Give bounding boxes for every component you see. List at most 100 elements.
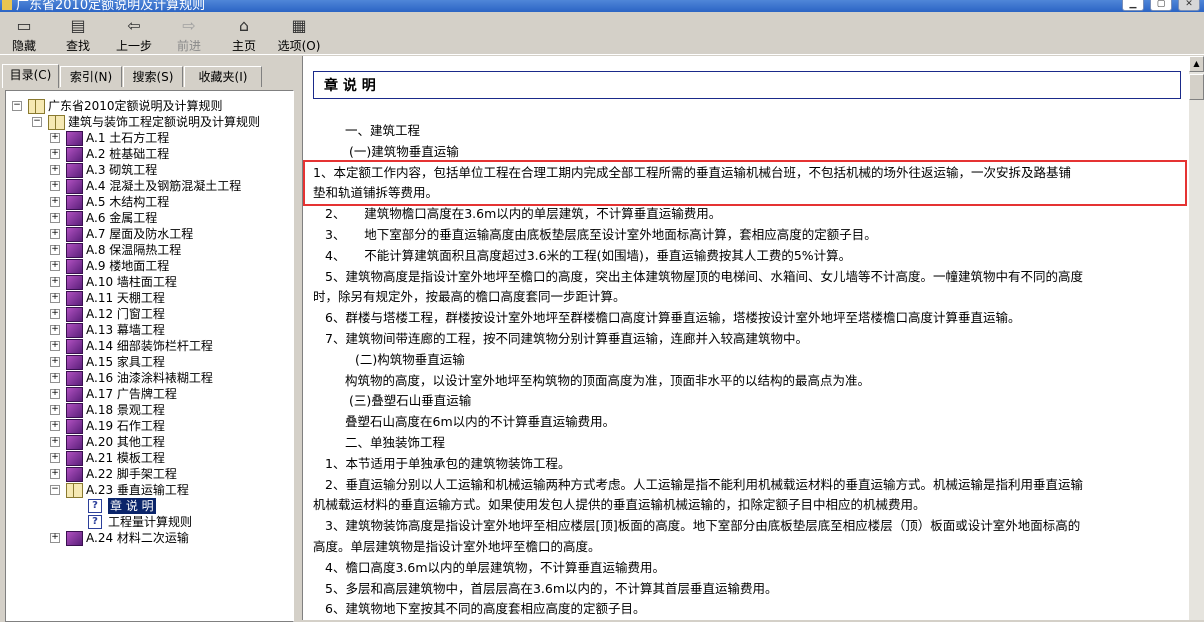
content-line: 4、 不能计算建筑面积且高度超过3.6米的工程(如围墙)，垂直运输费按其人工费的… xyxy=(325,247,852,263)
close-button[interactable]: ✕ xyxy=(1178,0,1200,11)
open-book-icon xyxy=(66,483,83,498)
home-button[interactable]: ⌂ 主页 xyxy=(228,14,260,54)
content-line: 2、垂直运输分别以人工运输和机械运输两种方式考虑。人工运输是指不能利用机械载运材… xyxy=(325,476,1083,492)
content-line: 6、群楼与塔楼工程，群楼按设计室外地坪至群楼檐口高度计算垂直运输，塔楼按设计室外… xyxy=(325,310,1021,326)
tree-sub-label: 建筑与装饰工程定额说明及计算规则 xyxy=(68,115,261,129)
closed-book-icon xyxy=(66,371,83,386)
expand-icon[interactable]: + xyxy=(50,149,60,159)
topic-content: 章 说 明 一、建筑工程 (一)建筑物垂直运输 1、本定额工作内容，包括单位工程在合… xyxy=(302,56,1190,620)
content-line: 5、多层和高层建筑物中，首层层高在3.6m以内的，不计算其首层垂直运输费用。 xyxy=(325,580,778,596)
expand-icon[interactable]: + xyxy=(50,277,60,287)
minimize-button[interactable]: ▁ xyxy=(1122,0,1144,11)
back-arrow-icon: ⇦ xyxy=(127,16,141,35)
expand-icon[interactable]: + xyxy=(50,165,60,175)
content-line: 构筑物的高度，以设计室外地坪至构筑物的顶面高度为准，顶面非水平的以结构的最高点为… xyxy=(345,372,871,388)
expand-icon[interactable]: + xyxy=(50,341,60,351)
tree-item-label: 工程量计算规则 xyxy=(108,515,193,529)
content-line: 1、本节适用于单独承包的建筑物装饰工程。 xyxy=(325,455,571,471)
expand-icon[interactable]: + xyxy=(50,213,60,223)
tab-favorites[interactable]: 收藏夹(I) xyxy=(184,66,262,87)
tree-item-label: A.8 保温隔热工程 xyxy=(86,243,182,257)
options-button[interactable]: ▦ 选项(O) xyxy=(276,14,322,54)
expand-icon[interactable]: + xyxy=(50,421,60,431)
tree-item-label: A.9 楼地面工程 xyxy=(86,259,170,273)
closed-book-icon xyxy=(66,259,83,274)
closed-book-icon xyxy=(66,435,83,450)
expand-icon[interactable]: + xyxy=(50,261,60,271)
collapse-icon[interactable]: − xyxy=(12,101,22,111)
help-topic-icon: ? xyxy=(88,515,102,529)
expand-icon[interactable]: + xyxy=(50,293,60,303)
expand-icon[interactable]: + xyxy=(50,469,60,479)
window-title: 广东省2010定额说明及计算规则 xyxy=(16,0,206,12)
closed-book-icon xyxy=(66,131,83,146)
expand-icon[interactable]: + xyxy=(50,373,60,383)
expand-icon[interactable]: + xyxy=(50,389,60,399)
tree-item-label: A.1 土石方工程 xyxy=(86,131,170,145)
tree-item-label: A.17 广告牌工程 xyxy=(86,387,177,401)
open-book-icon xyxy=(28,99,45,114)
maximize-button[interactable]: ▢ xyxy=(1150,0,1172,11)
scroll-up-arrow-icon[interactable]: ▲ xyxy=(1189,56,1204,72)
expand-icon[interactable]: + xyxy=(50,357,60,367)
home-icon: ⌂ xyxy=(238,16,250,35)
tree-item-label: A.18 景观工程 xyxy=(86,403,165,417)
tree-root-label: 广东省2010定额说明及计算规则 xyxy=(48,99,223,113)
expand-icon[interactable]: + xyxy=(50,309,60,319)
collapse-icon[interactable]: − xyxy=(32,117,42,127)
closed-book-icon xyxy=(66,467,83,482)
closed-book-icon xyxy=(66,323,83,338)
expand-icon[interactable]: + xyxy=(50,405,60,415)
tab-index[interactable]: 索引(N) xyxy=(60,66,122,87)
content-line: 3、 地下室部分的垂直运输高度由底板垫层底至设计室外地面标高计算，套相应高度的定… xyxy=(325,227,877,242)
closed-book-icon xyxy=(66,195,83,210)
expand-icon[interactable]: + xyxy=(50,325,60,335)
content-line: 4、檐口高度3.6m以内的单层建筑物，不计算垂直运输费用。 xyxy=(325,559,666,575)
expand-icon[interactable]: + xyxy=(50,533,60,543)
tree-item-label: A.3 砌筑工程 xyxy=(86,163,158,177)
closed-book-icon xyxy=(66,179,83,194)
closed-book-icon xyxy=(66,275,83,290)
pane-splitter[interactable] xyxy=(294,56,302,620)
vertical-scrollbar[interactable]: ▲ xyxy=(1189,56,1204,620)
expand-icon[interactable]: + xyxy=(50,197,60,207)
content-line: 高度。单层建筑物是指设计室外地坪至檐口的高度。 xyxy=(313,539,601,554)
expand-icon[interactable]: + xyxy=(50,453,60,463)
tree-item-label: A.15 家具工程 xyxy=(86,355,165,369)
help-app-icon xyxy=(2,0,12,10)
closed-book-icon xyxy=(66,211,83,226)
back-button[interactable]: ⇦ 上一步 xyxy=(113,14,155,54)
collapse-icon[interactable]: − xyxy=(50,485,60,495)
contents-tree[interactable]: − 广东省2010定额说明及计算规则 − 建筑与装饰工程定额说明及计算规则 + A… xyxy=(5,90,294,622)
content-line: 垫和轨道铺拆等费用。 xyxy=(313,185,439,201)
tree-item-label: A.11 天棚工程 xyxy=(86,291,165,305)
expand-icon[interactable]: + xyxy=(50,181,60,191)
tree-item-label: A.19 石作工程 xyxy=(86,419,165,433)
tab-search[interactable]: 搜索(S) xyxy=(123,66,183,87)
tree-item-label: 章 说 明 xyxy=(108,498,156,514)
tree-item-label: A.4 混凝土及钢筋混凝土工程 xyxy=(86,179,242,193)
title-bar: 广东省2010定额说明及计算规则 ▁ ▢ ✕ xyxy=(0,0,1204,12)
content-line: 5、建筑物高度是指设计室外地坪至檐口的高度，突出主体建筑物屋顶的电梯间、水箱间、… xyxy=(325,268,1083,284)
find-button[interactable]: ▤ 查找 xyxy=(62,14,94,54)
content-line: 一、建筑工程 xyxy=(345,123,421,138)
tree-item-label: A.14 细部装饰栏杆工程 xyxy=(86,339,213,353)
tree-item-label: A.21 模板工程 xyxy=(86,451,165,465)
tab-contents[interactable]: 目录(C) xyxy=(2,64,59,88)
scroll-thumb[interactable] xyxy=(1189,74,1204,100)
expand-icon[interactable]: + xyxy=(50,133,60,143)
tree-item-label: A.22 脚手架工程 xyxy=(86,467,177,481)
closed-book-icon xyxy=(66,243,83,258)
tree-item-label: A.23 垂直运输工程 xyxy=(86,483,189,497)
content-line: 二、单独装饰工程 xyxy=(345,435,446,450)
closed-book-icon xyxy=(66,147,83,162)
expand-icon[interactable]: + xyxy=(50,229,60,239)
hide-button[interactable]: ▭ 隐藏 xyxy=(8,14,40,54)
expand-icon[interactable]: + xyxy=(50,245,60,255)
closed-book-icon xyxy=(66,419,83,434)
forward-button[interactable]: ⇨ 前进 xyxy=(172,14,206,54)
help-topic-icon: ? xyxy=(88,499,102,513)
expand-icon[interactable]: + xyxy=(50,437,60,447)
content-line: 机械载运材料的垂直运输方式。如果使用发包人提供的垂直运输机械运输的，扣除定额子目… xyxy=(313,497,926,513)
navigation-pane: 目录(C) 索引(N) 搜索(S) 收藏夹(I) − 广东省2010定额说明及计… xyxy=(0,56,294,622)
